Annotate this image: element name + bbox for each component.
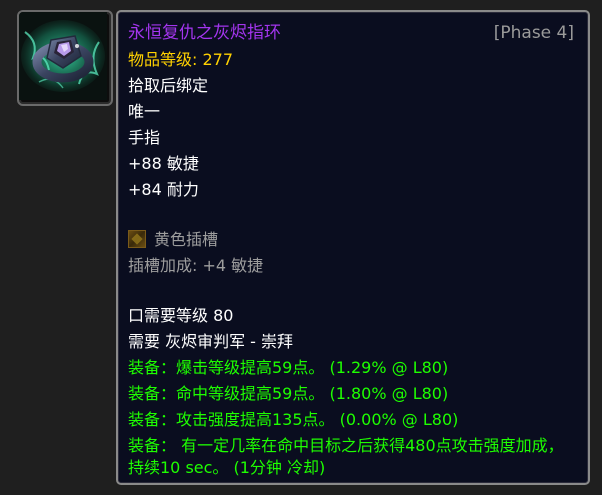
- phase-label: [Phase 4]: [493, 23, 574, 43]
- item-icon-frame[interactable]: [17, 10, 113, 106]
- equip-effect-proc: 装备： 有一定几率在命中目标之后获得480点攻击强度加成，持续10 sec。 (…: [128, 436, 564, 477]
- item-level-row: 物品等级: 277: [128, 49, 233, 71]
- tooltip-stage: 永恒复仇之灰烬指环 [Phase 4] 物品等级: 277 拾取后绑定 唯一 手…: [0, 0, 602, 495]
- ring-item-icon: [19, 12, 107, 100]
- item-level-label: 物品等级:: [128, 50, 203, 69]
- socket-row: 黄色插槽: [128, 229, 218, 251]
- slot-text: 手指: [128, 128, 161, 147]
- required-reputation: 需要 灰烬审判军 - 崇拜: [128, 332, 294, 351]
- equip-effect-crit: 装备：爆击等级提高59点。 (1.29% @ L80): [128, 358, 449, 377]
- item-name[interactable]: 永恒复仇之灰烬指环: [128, 22, 281, 44]
- yellow-socket-icon: [128, 230, 146, 248]
- item-level-value: 277: [202, 50, 234, 69]
- equip-effect-attack-power: 装备：攻击强度提高135点。 (0.00% @ L80): [128, 410, 459, 429]
- stat-agility: +88 敏捷: [128, 154, 199, 173]
- socket-bonus: 插槽加成: +4 敏捷: [128, 256, 264, 275]
- bind-text: 拾取后绑定: [128, 76, 209, 95]
- equip-effect-hit: 装备：命中等级提高59点。 (1.80% @ L80): [128, 384, 449, 403]
- required-level: 口需要等级 80: [128, 306, 234, 325]
- item-tooltip: 永恒复仇之灰烬指环 [Phase 4] 物品等级: 277 拾取后绑定 唯一 手…: [116, 10, 590, 485]
- stat-stamina: +84 耐力: [128, 180, 199, 199]
- unique-text: 唯一: [128, 102, 161, 121]
- socket-label: 黄色插槽: [154, 230, 219, 249]
